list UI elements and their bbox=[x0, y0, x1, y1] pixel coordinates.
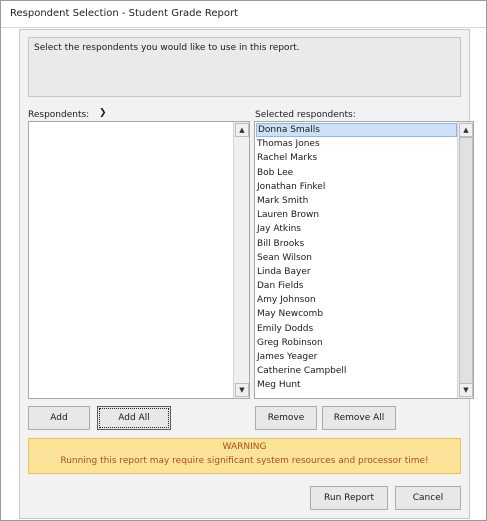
warning-message: Running this report may require signific… bbox=[60, 456, 429, 466]
run-report-button[interactable]: Run Report bbox=[310, 486, 388, 510]
list-item[interactable]: Linda Bayer bbox=[256, 265, 457, 279]
title-bar[interactable]: Respondent Selection - Student Grade Rep… bbox=[1, 1, 486, 28]
selected-respondents-items: Donna Smalls Thomas Jones Rachel Marks Bob … bbox=[256, 123, 457, 393]
respondents-label: Respondents: bbox=[28, 110, 90, 120]
add-all-button[interactable]: Add All bbox=[97, 406, 171, 430]
list-item[interactable]: Donna Smalls bbox=[256, 123, 457, 138]
instructions-text: Select the respondents you would like to… bbox=[34, 43, 300, 53]
list-item[interactable]: Catherine Campbell bbox=[256, 364, 457, 378]
chevron-down-icon[interactable]: ❯ bbox=[99, 108, 107, 118]
arrow-up-icon[interactable]: ▲ bbox=[235, 123, 249, 137]
list-item[interactable]: Sean Wilson bbox=[256, 251, 457, 265]
respondents-scrollbar[interactable]: ▲ ▼ bbox=[233, 122, 249, 398]
list-item[interactable]: Dan Fields bbox=[256, 279, 457, 293]
list-item[interactable]: May Newcomb bbox=[256, 307, 457, 321]
respondents-listbox[interactable]: ▲ ▼ bbox=[28, 121, 250, 399]
list-item[interactable]: Greg Robinson bbox=[256, 336, 457, 350]
dialog-body: Select the respondents you would like to… bbox=[19, 29, 474, 519]
remove-button[interactable]: Remove bbox=[255, 406, 317, 430]
list-item[interactable]: Jonathan Finkel bbox=[256, 180, 457, 194]
warning-heading: WARNING bbox=[222, 442, 267, 452]
remove-all-button[interactable]: Remove All bbox=[322, 406, 396, 430]
list-item[interactable]: Thomas Jones bbox=[256, 137, 457, 151]
list-item[interactable]: Lauren Brown bbox=[256, 208, 457, 222]
selected-respondents-label: Selected respondents: bbox=[255, 110, 356, 120]
list-item[interactable]: Bill Brooks bbox=[256, 237, 457, 251]
list-item[interactable]: Emily Dodds bbox=[256, 322, 457, 336]
instructions-panel: Select the respondents you would like to… bbox=[28, 37, 461, 97]
window-title: Respondent Selection - Student Grade Rep… bbox=[10, 8, 239, 19]
scrollbar-thumb[interactable] bbox=[459, 137, 473, 387]
list-item[interactable]: Bob Lee bbox=[256, 166, 457, 180]
arrow-down-icon[interactable]: ▼ bbox=[459, 383, 473, 397]
dialog-window: Respondent Selection - Student Grade Rep… bbox=[0, 0, 487, 521]
list-item[interactable]: Mark Smith bbox=[256, 194, 457, 208]
selected-respondents-listbox[interactable]: Donna Smalls Thomas Jones Rachel Marks Bob … bbox=[254, 121, 474, 399]
arrow-up-icon[interactable]: ▲ bbox=[459, 123, 473, 137]
list-item[interactable]: Amy Johnson bbox=[256, 293, 457, 307]
list-item[interactable]: Jay Atkins bbox=[256, 222, 457, 236]
cancel-button[interactable]: Cancel bbox=[395, 486, 461, 510]
selected-respondents-scrollbar[interactable]: ▲ ▼ bbox=[457, 122, 473, 398]
list-item[interactable]: Meg Hunt bbox=[256, 378, 457, 392]
warning-banner: WARNING Running this report may require … bbox=[28, 438, 461, 474]
arrow-down-icon[interactable]: ▼ bbox=[235, 383, 249, 397]
list-item[interactable]: James Yeager bbox=[256, 350, 457, 364]
list-item[interactable]: Rachel Marks bbox=[256, 151, 457, 165]
add-button[interactable]: Add bbox=[28, 406, 90, 430]
